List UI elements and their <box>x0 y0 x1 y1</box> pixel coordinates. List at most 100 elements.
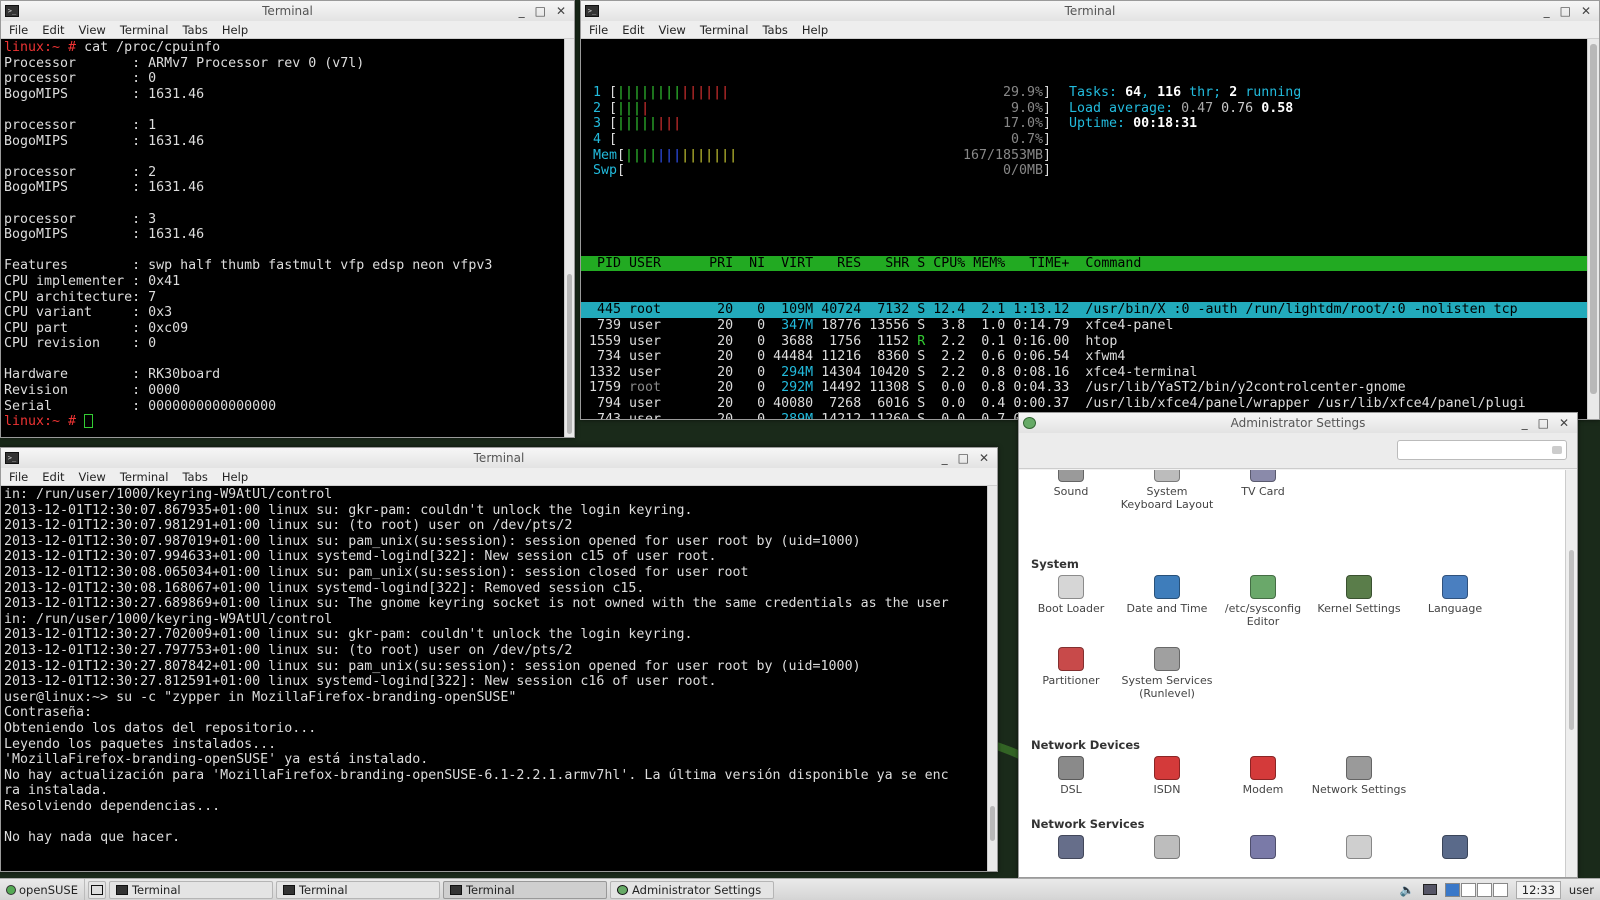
module-language[interactable]: Language <box>1407 575 1503 616</box>
terminal-output[interactable]: linux:~ # cat /proc/cpuinfo Processor : … <box>1 39 574 437</box>
menu-edit[interactable]: Edit <box>614 23 650 37</box>
show-desktop-button[interactable] <box>87 880 106 899</box>
process-row[interactable]: 1759 root 20 0 292M 14492 11308 S 0.0 0.… <box>581 380 1587 396</box>
clock[interactable]: 12:33 <box>1515 880 1561 899</box>
menu-view[interactable]: View <box>71 23 112 37</box>
menu-help[interactable]: Help <box>214 23 254 37</box>
titlebar[interactable]: >_ Terminal _ □ ✕ <box>1 448 997 468</box>
module-kernel-settings[interactable]: Kernel Settings <box>1311 575 1407 616</box>
module-system-services-runlevel[interactable]: System Services (Runlevel) <box>1119 647 1215 700</box>
process-row[interactable]: 794 user 20 0 40080 7268 6016 S 0.0 0.4 … <box>581 396 1587 412</box>
cell-pid: 734 <box>596 349 622 365</box>
process-row[interactable]: 739 user 20 0 347M 18776 13556 S 3.8 1.0… <box>581 318 1587 334</box>
cell-res: 14304 <box>821 364 862 380</box>
module-item-0[interactable] <box>1023 835 1119 863</box>
cpu-percent: 9.0% <box>1010 100 1043 116</box>
cpu-number: 1 <box>593 85 602 101</box>
maximize-button[interactable]: □ <box>535 4 546 18</box>
process-row[interactable]: 1559 user 20 0 3688 1756 1152 R 2.2 0.1 … <box>581 334 1587 350</box>
cell-cpu: 2.2 <box>941 364 966 380</box>
cell-virt: 289M <box>781 411 814 420</box>
module-boot-loader[interactable]: Boot Loader <box>1023 575 1119 616</box>
menu-help[interactable]: Help <box>214 470 254 484</box>
module-isdn[interactable]: ISDN <box>1119 756 1215 797</box>
menu-file[interactable]: File <box>581 23 614 37</box>
module-item-4[interactable] <box>1407 835 1503 863</box>
terminal-window-log[interactable]: >_ Terminal _ □ ✕ File Edit View Termina… <box>0 447 998 872</box>
search-input[interactable] <box>1397 440 1567 460</box>
close-button[interactable]: ✕ <box>979 451 989 465</box>
scrollbar[interactable] <box>564 39 574 437</box>
volume-icon[interactable]: 🔈 <box>1400 883 1415 897</box>
menu-terminal[interactable]: Terminal <box>112 470 175 484</box>
module-item-2[interactable] <box>1215 835 1311 863</box>
workspace-switcher[interactable] <box>1444 882 1508 897</box>
titlebar[interactable]: >_ Terminal _ □ ✕ <box>1 1 574 21</box>
module-grid[interactable]: Sound System Keyboard Layout TV Card System… <box>1019 470 1565 877</box>
maximize-button[interactable]: □ <box>1538 416 1549 430</box>
module-item-1[interactable] <box>1119 835 1215 863</box>
menu-view[interactable]: View <box>71 470 112 484</box>
process-list[interactable]: 445 root 20 0 109M 40724 7132 S 12.4 2.1… <box>581 302 1587 420</box>
taskbar-item-admin-settings[interactable]: Administrator Settings <box>609 880 774 899</box>
minimize-button[interactable]: _ <box>1522 416 1528 430</box>
close-button[interactable]: ✕ <box>1559 416 1569 430</box>
menu-edit[interactable]: Edit <box>34 23 70 37</box>
module-dsl[interactable]: DSL <box>1023 756 1119 797</box>
terminal-window-htop[interactable]: >_ Terminal _ □ ✕ File Edit View Termina… <box>580 0 1600 420</box>
menu-file[interactable]: File <box>1 470 34 484</box>
scrollbar[interactable] <box>987 486 997 871</box>
close-button[interactable]: ✕ <box>1581 4 1591 18</box>
module-network-settings[interactable]: Network Settings <box>1311 756 1407 797</box>
maximize-button[interactable]: □ <box>1560 4 1571 18</box>
menu-view[interactable]: View <box>651 23 692 37</box>
menu-edit[interactable]: Edit <box>34 470 70 484</box>
titlebar[interactable]: >_ Terminal _ □ ✕ <box>581 1 1599 21</box>
menu-terminal[interactable]: Terminal <box>692 23 755 37</box>
menu-tabs[interactable]: Tabs <box>754 23 793 37</box>
user-label[interactable]: user <box>1569 883 1594 897</box>
taskbar-item-terminal-3[interactable]: Terminal <box>442 880 607 899</box>
administrator-settings-window[interactable]: Administrator Settings _ □ ✕ Sound System… <box>1018 412 1578 878</box>
cell-pid: 739 <box>596 317 622 333</box>
maximize-button[interactable]: □ <box>958 451 969 465</box>
taskbar-item-terminal-1[interactable]: Terminal <box>108 880 273 899</box>
module-date-and-time[interactable]: Date and Time <box>1119 575 1215 616</box>
cell-pri: 20 <box>717 380 734 396</box>
menu-terminal[interactable]: Terminal <box>112 23 175 37</box>
minimize-button[interactable]: _ <box>519 4 525 18</box>
terminal-line: Hardware : RK30board <box>4 367 221 383</box>
module-sound[interactable]: Sound <box>1023 470 1119 499</box>
terminal-line: Revision : 0000 <box>4 383 181 399</box>
process-table-header[interactable]: PID USER PRI NI VIRT RES SHR S CPU% MEM%… <box>581 255 1587 272</box>
scrollbar[interactable] <box>1565 470 1577 877</box>
yast-app-icon <box>1023 417 1036 429</box>
thread-count: 116 <box>1157 85 1182 101</box>
module-partitioner[interactable]: Partitioner <box>1023 647 1119 688</box>
module-modem[interactable]: Modem <box>1215 756 1311 797</box>
minimize-button[interactable]: _ <box>1544 4 1550 18</box>
menu-tabs[interactable]: Tabs <box>174 470 213 484</box>
menu-tabs[interactable]: Tabs <box>174 23 213 37</box>
module-system-keyboard-layout[interactable]: System Keyboard Layout <box>1119 470 1215 511</box>
cell-ni: 0 <box>757 364 766 380</box>
cpu-meter-3: 3 [|||||||| 17.0%] <box>593 116 1052 132</box>
menu-file[interactable]: File <box>1 23 34 37</box>
process-row[interactable]: 1332 user 20 0 294M 14304 10420 S 2.2 0.… <box>581 365 1587 381</box>
htop-screen[interactable]: 1 [|||||||||||||| 29.9%] 2 [|||| 9.0%] 3 [||… <box>581 39 1587 419</box>
process-row[interactable]: 734 user 20 0 44484 11216 8360 S 2.2 0.6… <box>581 349 1587 365</box>
taskbar-item-terminal-2[interactable]: Terminal <box>275 880 440 899</box>
module-item-3[interactable] <box>1311 835 1407 863</box>
module-tv-card[interactable]: TV Card <box>1215 470 1311 499</box>
module-etc-sysconfig-editor[interactable]: /etc/sysconfig Editor <box>1215 575 1311 628</box>
minimize-button[interactable]: _ <box>942 451 948 465</box>
titlebar[interactable]: Administrator Settings _ □ ✕ <box>1019 413 1577 433</box>
menu-help[interactable]: Help <box>794 23 834 37</box>
scrollbar[interactable] <box>1587 39 1599 419</box>
close-button[interactable]: ✕ <box>556 4 566 18</box>
start-menu-button[interactable]: openSUSE <box>0 879 85 900</box>
network-icon[interactable] <box>1422 884 1437 895</box>
terminal-window-cpuinfo[interactable]: >_ Terminal _ □ ✕ File Edit View Termina… <box>0 0 575 438</box>
terminal-output[interactable]: in: /run/user/1000/keyring-W9AtUl/contro… <box>1 486 997 871</box>
process-row[interactable]: 445 root 20 0 109M 40724 7132 S 12.4 2.1… <box>581 302 1587 318</box>
